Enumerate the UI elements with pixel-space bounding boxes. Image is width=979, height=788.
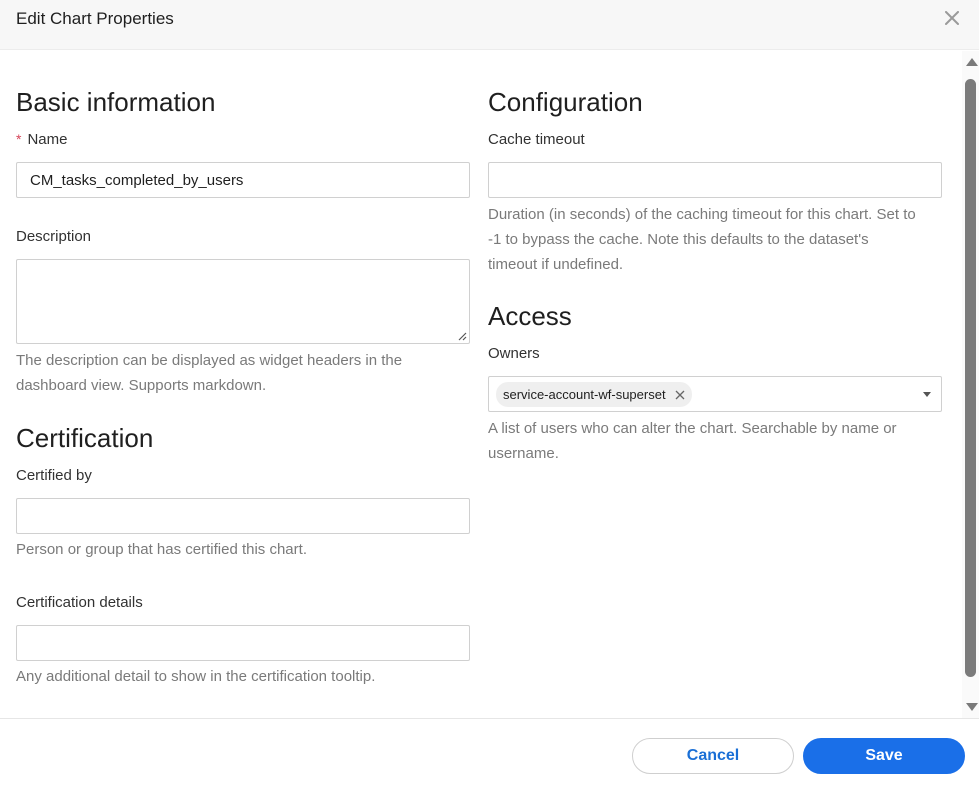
owners-help: A list of users who can alter the chart.… [488, 416, 897, 466]
owners-label: Owners [488, 345, 540, 362]
owners-help-line: username. [488, 445, 559, 462]
certification-heading: Certification [16, 423, 154, 453]
vertical-scrollbar[interactable] [962, 51, 979, 718]
close-button[interactable] [938, 4, 966, 32]
certified-by-label: Certified by [16, 467, 92, 484]
cache-help-line: -1 to bypass the cache. Note this defaul… [488, 231, 869, 248]
scroll-thumb[interactable] [965, 79, 976, 677]
scroll-up-icon[interactable] [966, 58, 978, 66]
name-label: * Name [16, 131, 67, 148]
required-mark: * [16, 131, 22, 147]
cache-timeout-label: Cache timeout [488, 131, 585, 148]
name-input[interactable] [16, 162, 470, 198]
owner-tag-label: service-account-wf-superset [503, 387, 666, 402]
cancel-button[interactable]: Cancel [632, 738, 794, 774]
certification-details-label: Certification details [16, 594, 143, 611]
modal-body: Basic information * Name Description The … [0, 51, 962, 718]
save-button[interactable]: Save [803, 738, 965, 774]
cache-timeout-help: Duration (in seconds) of the caching tim… [488, 202, 916, 277]
owners-help-line: A list of users who can alter the chart.… [488, 420, 897, 437]
cache-help-line: timeout if undefined. [488, 256, 624, 273]
description-help: The description can be displayed as widg… [16, 348, 402, 398]
certification-details-input[interactable] [16, 625, 470, 661]
description-help-line: The description can be displayed as widg… [16, 352, 403, 369]
close-icon [945, 11, 959, 25]
modal-title: Edit Chart Properties [16, 9, 174, 28]
configuration-heading: Configuration [488, 87, 643, 117]
resize-grip-icon[interactable] [457, 331, 467, 341]
scroll-down-icon[interactable] [966, 703, 978, 711]
modal-footer: Cancel Save [0, 718, 979, 788]
certified-by-help: Person or group that has certified this … [16, 541, 307, 558]
owner-tag: service-account-wf-superset [496, 382, 692, 407]
description-help-line: dashboard view. Supports markdown. [16, 377, 267, 394]
name-label-text: Name [27, 131, 68, 148]
cache-help-line: Duration (in seconds) of the caching tim… [488, 206, 916, 223]
modal-header: Edit Chart Properties [0, 0, 979, 50]
edit-chart-properties-modal: Edit Chart Properties Basic information … [0, 0, 979, 788]
remove-owner-button[interactable] [674, 389, 686, 401]
close-icon [675, 390, 685, 399]
description-label: Description [16, 228, 92, 245]
basic-information-heading: Basic information [16, 87, 216, 117]
cache-timeout-input[interactable] [488, 162, 942, 198]
certification-details-help: Any additional detail to show in the cer… [16, 668, 376, 685]
chevron-down-icon[interactable] [923, 392, 931, 397]
certified-by-input[interactable] [16, 498, 470, 534]
owners-select[interactable]: service-account-wf-superset [488, 376, 942, 412]
description-textarea[interactable] [16, 259, 470, 344]
access-heading: Access [488, 301, 572, 331]
